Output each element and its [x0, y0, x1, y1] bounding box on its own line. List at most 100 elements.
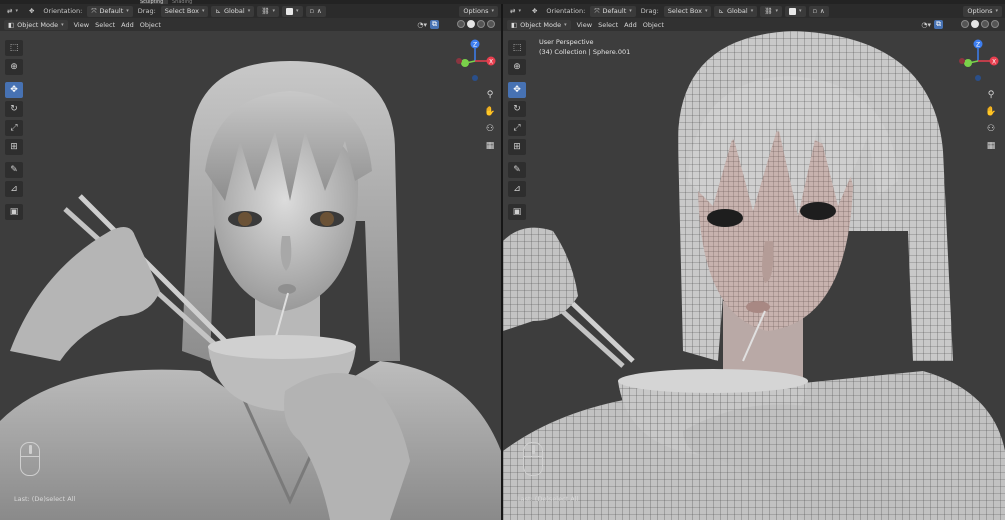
visibility-icon[interactable]: ◔▾ [921, 21, 931, 29]
snap-dropdown[interactable]: ▾ [281, 5, 303, 17]
rotate-tool[interactable]: ↻ [5, 101, 23, 117]
zoom-icon[interactable]: ⚲ [483, 88, 497, 102]
annotate-tool[interactable]: ✎ [5, 162, 23, 178]
chevron-down-icon: ▾ [201, 8, 205, 14]
bowl-rim [618, 369, 808, 393]
editor-type-icon: ⇄ [510, 7, 516, 15]
solid-shading-icon[interactable] [971, 20, 979, 28]
gizmo-y-axis[interactable] [461, 59, 469, 67]
solid-shading-icon[interactable] [467, 20, 475, 28]
editor-type-icon: ⇄ [7, 7, 13, 15]
material-shading-icon[interactable] [477, 20, 485, 28]
cursor-tool[interactable]: ⊕ [508, 59, 526, 75]
orientation-value: Default [602, 7, 627, 15]
transform-orientation-dropdown[interactable]: ⊾ Global ▾ [211, 5, 255, 17]
pivot-dropdown[interactable]: ⛓ ▾ [257, 5, 279, 17]
transform-orientation-dropdown[interactable]: ⊾ Global ▾ [714, 5, 758, 17]
navigation-gizmo[interactable]: X Z [955, 38, 1001, 84]
snap-dropdown[interactable]: ▾ [784, 5, 806, 17]
chevron-down-icon: ▾ [750, 8, 754, 14]
editor-type-button[interactable]: ⇄ ▾ [506, 6, 525, 17]
left-hand [10, 227, 160, 361]
wireframe-shading-icon[interactable] [961, 20, 969, 28]
grid-icon[interactable]: ▦ [984, 139, 998, 153]
mode-dropdown[interactable]: ◧ Object Mode ▾ [507, 19, 571, 30]
viewport-left[interactable]: ⇄ ▾ ✥ Orientation: ⤧ Default ▾ Drag: Select… [0, 4, 501, 520]
cursor-tool[interactable]: ⊕ [5, 59, 23, 75]
gizmo-y-axis[interactable] [964, 59, 972, 67]
orientation-icon: ⤧ [91, 6, 97, 15]
camera-icon[interactable]: ⚇ [483, 122, 497, 136]
menu-object[interactable]: Object [643, 21, 664, 29]
collection-info: (34) Collection | Sphere.001 [539, 48, 631, 56]
drag-dropdown[interactable]: Select Box ▾ [160, 5, 209, 17]
snap-swatch-icon [788, 7, 796, 15]
select-box-tool[interactable]: ⬚ [5, 40, 23, 56]
annotate-icon: ✎ [513, 165, 521, 175]
menu-add[interactable]: Add [624, 21, 637, 29]
proportional-edit-button[interactable]: ▫ ∧ [305, 5, 326, 17]
camera-icon[interactable]: ⚇ [984, 122, 998, 136]
viewport-canvas-right[interactable] [503, 31, 1005, 520]
annotate-icon: ✎ [10, 165, 18, 175]
measure-tool[interactable]: ⊿ [508, 181, 526, 197]
xray-toggle-icon[interactable]: ⧉ [430, 20, 439, 29]
add-cube-tool[interactable]: ▣ [5, 204, 23, 220]
hand-pan-icon[interactable]: ✋ [984, 105, 998, 119]
measure-tool[interactable]: ⊿ [5, 181, 23, 197]
menu-add[interactable]: Add [121, 21, 134, 29]
orientation-dropdown[interactable]: ⤧ Default ▾ [590, 5, 636, 17]
drag-dropdown[interactable]: Select Box ▾ [663, 5, 712, 17]
rendered-shading-icon[interactable] [991, 20, 999, 28]
falloff-icon: ∧ [819, 7, 825, 15]
grid-icon[interactable]: ▦ [483, 139, 497, 153]
options-dropdown[interactable]: Options ▾ [459, 5, 498, 17]
chevron-down-icon: ▾ [491, 8, 494, 14]
menu-view[interactable]: View [74, 21, 89, 29]
zoom-icon[interactable]: ⚲ [984, 88, 998, 102]
annotate-tool[interactable]: ✎ [508, 162, 526, 178]
rendered-shading-icon[interactable] [487, 20, 495, 28]
orientation-label: Orientation: [43, 7, 83, 15]
transform-tool[interactable]: ⊞ [508, 139, 526, 155]
rotate-tool[interactable]: ↻ [508, 101, 526, 117]
scale-tool[interactable]: ⤢ [5, 120, 23, 136]
visibility-icon[interactable]: ◔▾ [417, 21, 427, 29]
orientation-dropdown[interactable]: ⤧ Default ▾ [87, 5, 133, 17]
move-tool[interactable]: ✥ [5, 82, 23, 98]
wireframe-shading-icon[interactable] [457, 20, 465, 28]
chevron-down-icon: ▾ [629, 8, 632, 14]
mouse-hint-icon [20, 442, 40, 476]
cursor-icon: ⊕ [10, 62, 18, 72]
xray-toggle-icon[interactable]: ⧉ [934, 20, 943, 29]
viewport-right[interactable]: ⇄ ▾ ✥ Orientation: ⤧ Default ▾ Drag: Select… [503, 4, 1005, 520]
transform-tool-icon[interactable]: ✥ [25, 6, 38, 17]
transform-tool-icon[interactable]: ✥ [528, 6, 541, 17]
editor-type-button[interactable]: ⇄ ▾ [3, 6, 22, 17]
add-cube-icon: ▣ [512, 207, 522, 217]
viewport-canvas-left[interactable] [0, 31, 501, 520]
move-icon: ✥ [10, 85, 18, 95]
options-dropdown[interactable]: Options ▾ [963, 5, 1002, 17]
menu-view[interactable]: View [577, 21, 592, 29]
tool-shelf: ⬚ ⊕ ✥ ↻ ⤢ ⊞ ✎ ⊿ ▣ [508, 40, 526, 220]
left-iris [238, 212, 252, 226]
select-box-tool[interactable]: ⬚ [508, 40, 526, 56]
drag-value: Select Box [164, 7, 199, 15]
orientation-icon: ⤧ [594, 6, 600, 15]
hand-pan-icon[interactable]: ✋ [483, 105, 497, 119]
mode-dropdown[interactable]: ◧ Object Mode ▾ [4, 19, 68, 30]
proportional-edit-button[interactable]: ▫ ∧ [808, 5, 829, 17]
transform-tool[interactable]: ⊞ [5, 139, 23, 155]
pivot-dropdown[interactable]: ⛓ ▾ [760, 5, 782, 17]
material-shading-icon[interactable] [981, 20, 989, 28]
menu-object[interactable]: Object [140, 21, 161, 29]
global-axis-icon: ⊾ [718, 7, 724, 15]
menu-select[interactable]: Select [598, 21, 618, 29]
scale-tool[interactable]: ⤢ [508, 120, 526, 136]
navigation-gizmo[interactable]: X Z [452, 38, 498, 84]
chevron-down-icon: ▾ [995, 8, 998, 14]
menu-select[interactable]: Select [95, 21, 115, 29]
add-cube-tool[interactable]: ▣ [508, 204, 526, 220]
move-tool[interactable]: ✥ [508, 82, 526, 98]
